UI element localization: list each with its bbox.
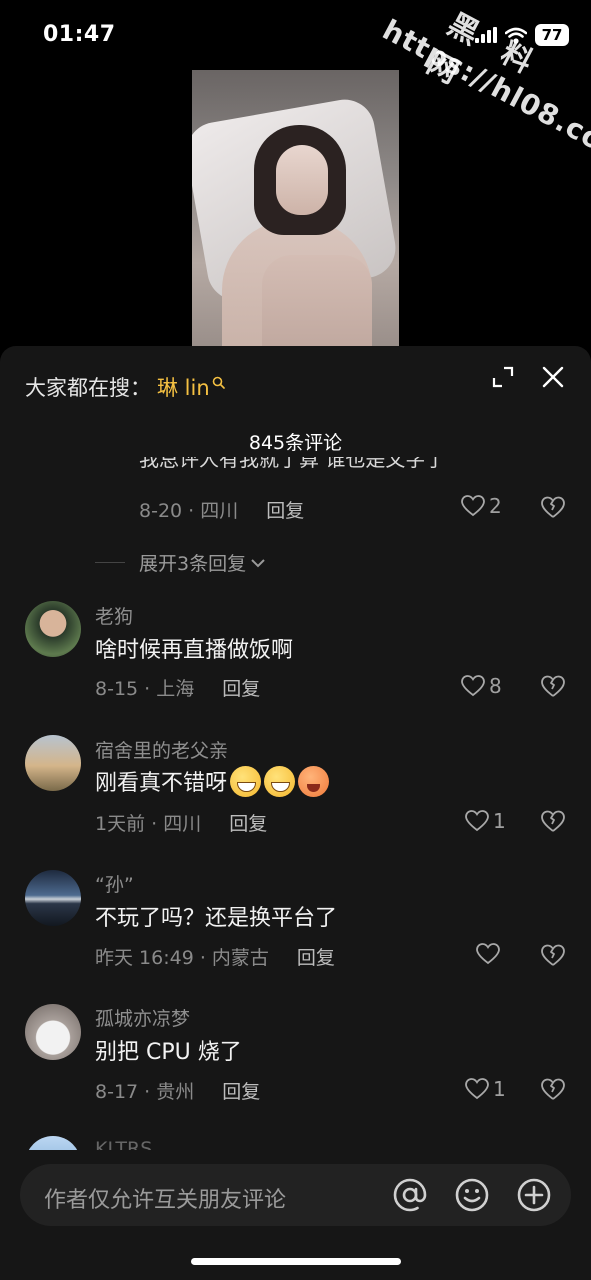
video-subject-top [262,255,372,346]
broken-heart-icon[interactable] [540,808,566,834]
like-count: 8 [489,674,502,698]
chevron-down-icon [251,558,265,567]
heart-icon [461,675,485,697]
partial-comment-text: 我总评人有我就了算 谁也是文字了 [139,457,446,469]
comment-username[interactable]: 孤城亦凉梦 [95,1004,190,1031]
heart-eyes-emoji [298,765,330,797]
wifi-icon [505,27,527,44]
comment-meta: 1天前 · 四川 回复 [95,809,267,836]
avatar[interactable] [25,601,81,657]
comment-username[interactable]: 老狗 [95,602,133,629]
battery-indicator: 77 [535,24,569,46]
comment-input-placeholder: 作者仅允许互关朋友评论 [44,1188,287,1213]
avatar[interactable] [25,870,81,926]
heart-icon [476,943,500,965]
search-hint-label: 大家都在搜： [25,376,151,400]
heart-icon [465,1078,489,1100]
expand-icon[interactable] [492,366,514,388]
like-button[interactable]: 2 [461,494,502,518]
reply-button[interactable]: 回复 [229,809,267,836]
comment-date-location: 昨天 16:49 · 内蒙古 [95,947,269,969]
broken-heart-icon[interactable] [540,1076,566,1102]
search-suggestion[interactable]: 大家都在搜： 琳 lin [25,372,225,402]
broken-heart-icon[interactable] [540,494,566,520]
broken-heart-icon[interactable] [540,942,566,968]
grin-emoji [264,765,296,797]
status-icons: 77 [475,24,569,46]
mention-icon[interactable] [392,1177,428,1213]
like-count: 1 [493,1077,506,1101]
comment-meta: 8-17 · 贵州 回复 [95,1077,260,1104]
signal-icon [475,27,497,43]
comment-date-location: 8-17 · 贵州 [95,1081,195,1103]
broken-heart-icon[interactable] [540,673,566,699]
comment-meta: 8-20 · 四川 回复 [139,496,304,523]
expand-replies-label: 展开3条回复 [139,553,247,575]
comment-meta: 8-15 · 上海 回复 [95,674,260,701]
comment-text: 不玩了吗？还是换平台了 [95,906,338,931]
reply-button[interactable]: 回复 [266,496,304,523]
comment-username[interactable]: “孙” [95,870,134,897]
heart-icon [465,810,489,832]
like-count: 2 [489,494,502,518]
emoji-icon[interactable] [454,1177,490,1213]
comment-input-bar: 作者仅允许互关朋友评论 [0,1150,591,1280]
reply-button[interactable]: 回复 [297,943,335,970]
comment-date-location: 8-15 · 上海 [95,678,195,700]
grin-emoji [230,765,262,797]
home-indicator [191,1258,401,1265]
comment-date-location: 1天前 · 四川 [95,813,202,835]
reply-button[interactable]: 回复 [222,1077,260,1104]
like-button[interactable]: 1 [465,1077,506,1101]
search-icon [212,376,225,389]
comments-panel: 大家都在搜： 琳 lin 845条评论 我总评人有我就了算 谁也是文字了 8-2… [0,346,591,1280]
avatar[interactable] [25,735,81,791]
like-button[interactable] [476,943,504,965]
search-term[interactable]: 琳 lin [157,372,210,402]
close-icon[interactable] [541,365,565,389]
expand-replies-button[interactable]: 展开3条回复 [95,549,266,576]
heart-icon [461,495,485,517]
comment-count-title: 845条评论 [248,432,343,454]
video-subject-face [276,145,328,215]
like-count: 1 [493,809,506,833]
video-preview[interactable] [192,70,399,346]
comment-username[interactable]: 宿舍里的老父亲 [95,736,228,763]
comment-text: 别把 CPU 烧了 [95,1040,242,1065]
comment-input[interactable]: 作者仅允许互关朋友评论 [20,1164,571,1226]
status-bar: 01:47 77 [0,0,591,70]
avatar[interactable] [25,1004,81,1060]
comment-username[interactable]: KLTRS [95,1137,152,1150]
comment-meta: 昨天 16:49 · 内蒙古 回复 [95,943,335,970]
like-button[interactable]: 1 [465,809,506,833]
status-time: 01:47 [43,22,116,47]
comment-date-location: 8-20 · 四川 [139,500,239,522]
divider [95,562,125,563]
comment-text: 刚看真不错呀 [95,765,330,797]
like-button[interactable]: 8 [461,674,502,698]
add-icon[interactable] [516,1177,552,1213]
comment-text: 啥时候再直播做饭啊 [95,638,294,663]
reply-button[interactable]: 回复 [222,674,260,701]
